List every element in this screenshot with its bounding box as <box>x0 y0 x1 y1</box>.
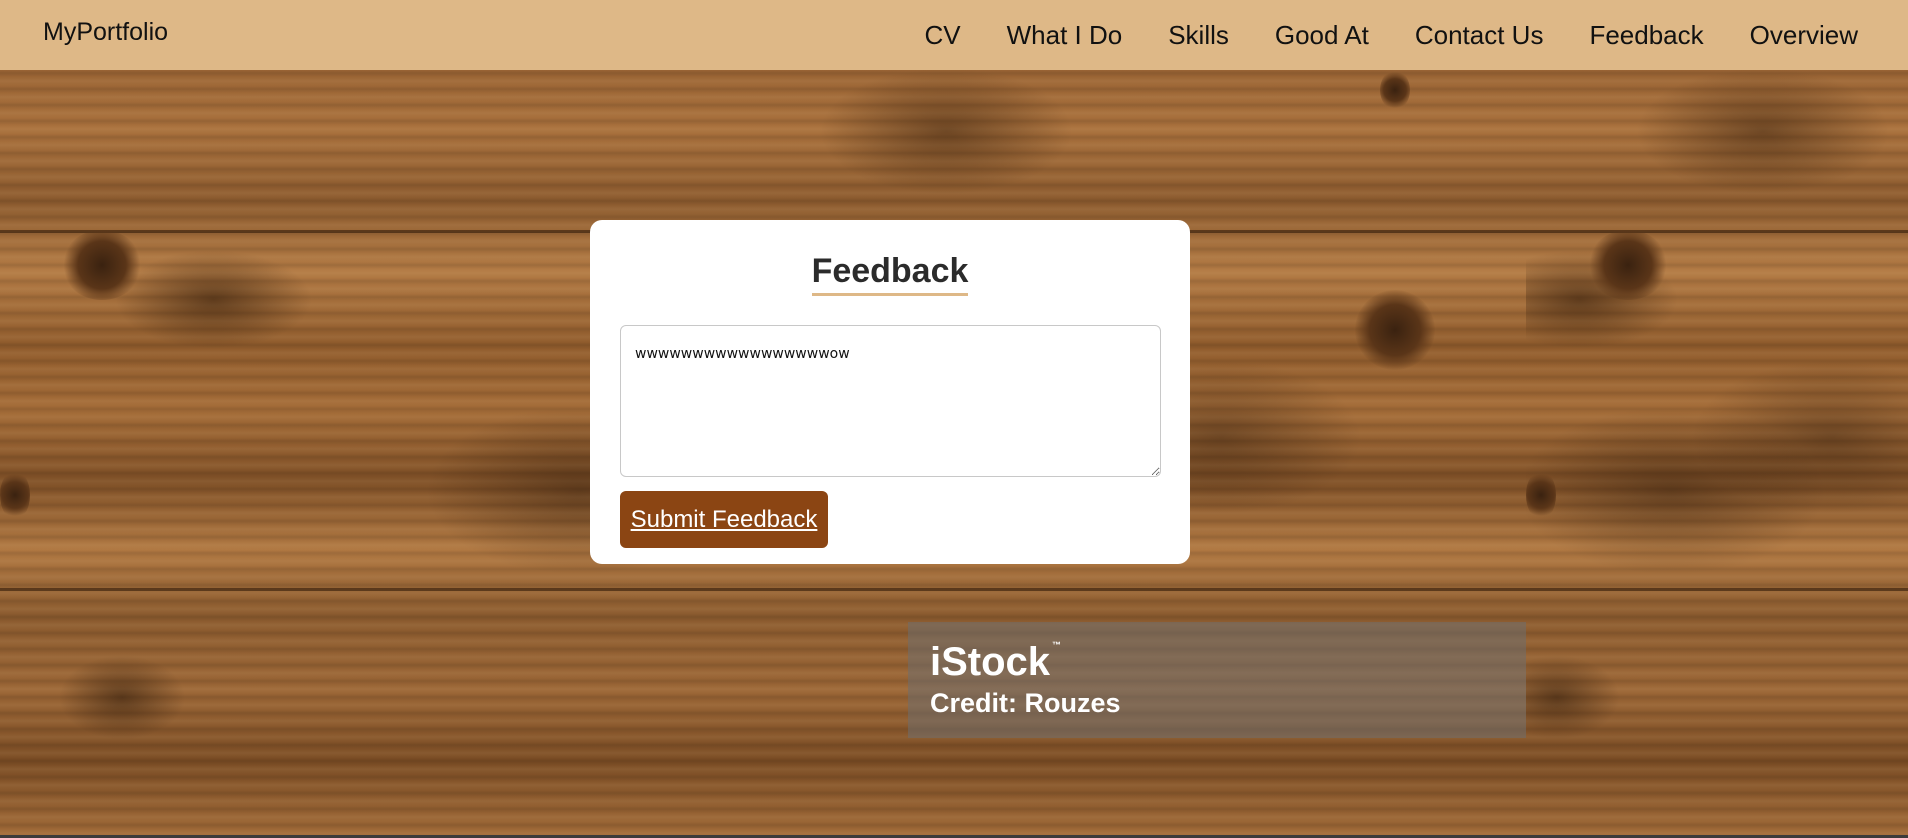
wood-knot <box>0 470 30 520</box>
nav-link-contact-us[interactable]: Contact Us <box>1415 3 1544 67</box>
feedback-card: Feedback Submit Feedback <box>590 220 1190 564</box>
wood-knot <box>62 230 142 300</box>
plank-seam <box>0 588 1526 591</box>
navbar: MyPortfolio CV What I Do Skills Good At … <box>0 0 1908 70</box>
istock-watermark: iStock ™ Credit: Rouzes <box>908 622 1526 738</box>
nav-link-skills[interactable]: Skills <box>1168 3 1229 67</box>
watermark-credit: Credit: Rouzes <box>930 688 1121 718</box>
nav-link-overview[interactable]: Overview <box>1750 3 1858 67</box>
brand-link[interactable]: MyPortfolio <box>43 0 168 70</box>
wood-knot <box>1526 470 1556 520</box>
plank-seam <box>1526 230 1908 233</box>
feedback-title: Feedback <box>590 252 1190 296</box>
wood-background-tile <box>1526 70 1908 835</box>
nav-link-good-at[interactable]: Good At <box>1275 3 1369 67</box>
nav-link-feedback[interactable]: Feedback <box>1589 3 1703 67</box>
nav-link-cv[interactable]: CV <box>924 3 960 67</box>
feedback-textarea[interactable] <box>620 325 1161 477</box>
wood-knot <box>1588 230 1668 300</box>
plank-seam <box>1526 588 1908 591</box>
wood-knot <box>1380 70 1410 110</box>
submit-feedback-button[interactable]: Submit Feedback <box>620 491 828 548</box>
nav-links: CV What I Do Skills Good At Contact Us F… <box>878 0 1858 70</box>
istock-logo: iStock ™ <box>930 640 1062 684</box>
wood-knot <box>1355 290 1435 370</box>
nav-link-what-i-do[interactable]: What I Do <box>1007 3 1123 67</box>
